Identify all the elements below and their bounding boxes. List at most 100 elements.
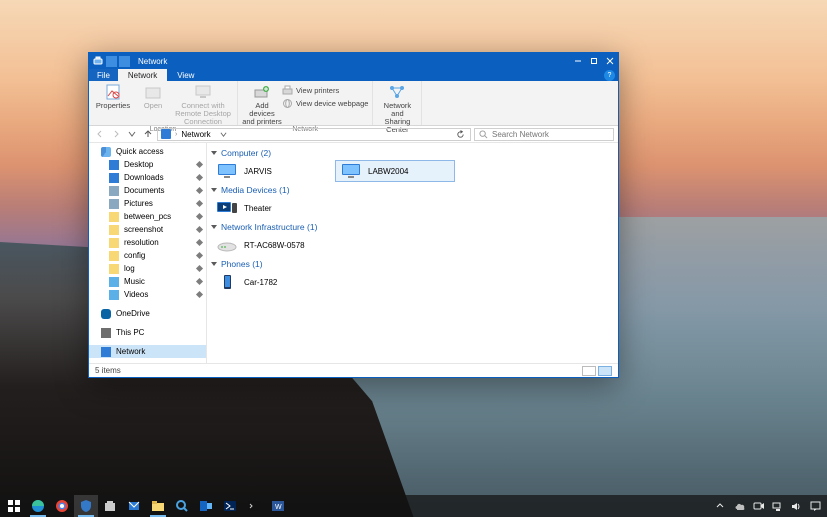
maximize-button[interactable] [586,53,602,69]
chevron-down-icon [211,188,217,192]
search-box[interactable] [474,128,614,141]
nav-forward [109,128,122,141]
item-media[interactable]: Theater [211,197,331,219]
nav-quick-access[interactable]: Quick access [89,145,206,158]
item-computer[interactable]: JARVIS [211,160,331,182]
network-icon [101,347,111,357]
nav-documents[interactable]: Documents [89,184,206,197]
nav-recent[interactable] [125,128,138,141]
router-icon [216,237,238,253]
properties-button[interactable]: Properties [93,82,133,126]
group-infra[interactable]: Network Infrastructure (1) [211,222,614,232]
group-computer[interactable]: Computer (2) [211,148,614,158]
taskbar[interactable]: W [0,495,827,517]
nav-network[interactable]: Network [89,345,206,358]
status-bar: 5 items [89,363,618,377]
taskbar-find[interactable] [170,495,194,517]
refresh-button[interactable] [454,128,467,141]
phone-icon [216,274,238,290]
taskbar-outlook[interactable] [194,495,218,517]
sharing-center-button[interactable]: Network and Sharing Center [377,82,417,134]
printer-icon [282,85,293,96]
rdp-button: Connect with Remote Desktop Connection [173,82,233,126]
nav-resolution[interactable]: resolution [89,236,206,249]
monitor-icon [340,163,362,179]
ribbon: Properties Open Connect with Remote Desk… [89,81,618,126]
folder-icon [109,251,119,261]
nav-up[interactable] [141,128,154,141]
content-pane[interactable]: Computer (2) JARVIS LABW2004 Media Devic… [207,143,618,363]
nav-log[interactable]: log [89,262,206,275]
tab-file[interactable]: File [89,69,118,81]
taskbar-powershell[interactable] [218,495,242,517]
tray-meetnow-icon[interactable] [753,501,764,512]
nav-music[interactable]: Music [89,275,206,288]
folder-icon [109,264,119,274]
tray-overflow[interactable] [715,501,726,512]
chevron-down-icon [211,225,217,229]
breadcrumb[interactable]: Network [181,130,210,139]
folder-icon [109,225,119,235]
taskbar-security[interactable] [74,495,98,517]
item-router[interactable]: RT-AC68W-0578 [211,234,331,256]
rdp-icon [194,83,212,101]
item-phone[interactable]: Car-1782 [211,271,331,293]
network-icon [161,129,171,139]
titlebar[interactable]: Network [89,53,618,69]
start-button[interactable] [2,495,26,517]
taskbar-word[interactable]: W [266,495,290,517]
taskbar-store[interactable] [98,495,122,517]
folder-icon [109,212,119,222]
taskbar-chrome[interactable] [50,495,74,517]
tray-onedrive-icon[interactable] [734,501,745,512]
ribbon-tabs: File Network View ? [89,69,618,81]
explorer-window: Network File Network View ? Properties O… [88,52,619,378]
nav-this-pc[interactable]: This PC [89,326,206,339]
search-input[interactable] [492,130,609,139]
nav-pane[interactable]: Quick access Desktop Downloads Documents… [89,143,207,363]
pictures-icon [109,199,119,209]
documents-icon [109,186,119,196]
address-bar-row: › Network [89,126,618,143]
qat-btn-1[interactable] [106,56,117,67]
folder-icon [109,238,119,248]
item-computer[interactable]: LABW2004 [335,160,455,182]
tray-action-center-icon[interactable] [810,501,821,512]
help-button[interactable]: ? [604,70,615,81]
qat-btn-2[interactable] [119,56,130,67]
nav-config[interactable]: config [89,249,206,262]
group-media[interactable]: Media Devices (1) [211,185,614,195]
taskbar-terminal[interactable] [242,495,266,517]
app-icon [92,55,104,67]
address-history[interactable] [217,128,230,141]
nav-videos[interactable]: Videos [89,288,206,301]
tray-network-icon[interactable] [772,501,783,512]
nav-downloads[interactable]: Downloads [89,171,206,184]
view-tiles-button[interactable] [598,366,612,376]
address-bar[interactable]: › Network [157,128,471,141]
nav-pictures[interactable]: Pictures [89,197,206,210]
tab-network[interactable]: Network [118,69,167,81]
downloads-icon [109,173,119,183]
close-button[interactable] [602,53,618,69]
tray-volume-icon[interactable] [791,501,802,512]
properties-icon [104,83,122,101]
taskbar-edge[interactable] [26,495,50,517]
nav-between-pcs[interactable]: between_pcs [89,210,206,223]
nav-desktop[interactable]: Desktop [89,158,206,171]
nav-screenshot[interactable]: screenshot [89,223,206,236]
nav-onedrive[interactable]: OneDrive [89,307,206,320]
add-devices-button[interactable]: Add devices and printers [242,82,282,126]
minimize-button[interactable] [570,53,586,69]
tray[interactable] [715,501,825,512]
cloud-icon [101,309,111,319]
taskbar-mail[interactable] [122,495,146,517]
chevron-down-icon [211,262,217,266]
group-phones[interactable]: Phones (1) [211,259,614,269]
status-text: 5 items [95,366,121,375]
tab-view[interactable]: View [167,69,204,81]
chevron-right-icon: › [175,131,177,138]
taskbar-explorer[interactable] [146,495,170,517]
videos-icon [109,290,119,300]
view-details-button[interactable] [582,366,596,376]
